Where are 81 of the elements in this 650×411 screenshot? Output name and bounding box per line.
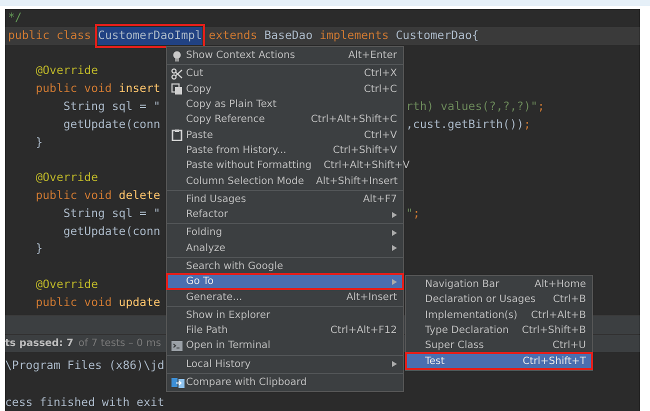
menu-item[interactable]: Folding: [167, 225, 403, 241]
shortcut-text: Alt+F7: [362, 194, 397, 205]
menu-item[interactable]: Copy Reference Ctrl+Alt+Shift+C: [167, 112, 403, 128]
shortcut-text: Ctrl+Shift+T: [522, 356, 586, 367]
selected-code-text: CustomerDaoImpl: [98, 26, 202, 45]
menu-item[interactable]: Super Class Ctrl+U: [406, 338, 592, 354]
menu-item[interactable]: Implementation(s) Ctrl+Alt+B: [406, 308, 592, 323]
tests-passed-text: ts passed: 7: [5, 338, 74, 349]
code-text: ;: [412, 204, 420, 222]
code-text: getUpdate(conn: [62, 116, 160, 133]
copy-icon: [171, 83, 183, 96]
code-text: CustomerDao{: [396, 26, 479, 44]
code-text: }: [34, 240, 43, 258]
code-text: String sql = ": [62, 204, 160, 222]
code-text: extends: [208, 26, 258, 44]
code-text: getUpdate(conn: [62, 222, 160, 240]
clipboard-icon: [171, 129, 183, 142]
code-text: public void: [34, 186, 113, 204]
code-text: @Override: [34, 62, 98, 80]
menu-item[interactable]: Column Selection Mode Alt+Shift+Insert: [167, 173, 403, 189]
shortcut-text: Ctrl+Alt+B: [531, 310, 586, 321]
menu-item[interactable]: Test Ctrl+Shift+T: [406, 353, 592, 369]
shortcut-text: Ctrl+X: [364, 68, 397, 80]
code-text: update: [118, 294, 160, 311]
shortcut-text: Alt+Enter: [348, 50, 397, 62]
menu-item[interactable]: Show Context Actions Alt+Enter: [167, 48, 403, 64]
code-text: }: [34, 134, 43, 151]
menu-item[interactable]: Paste from History... Ctrl+Shift+V: [167, 142, 403, 158]
console-line: \Program Files (x86)\jd: [5, 358, 164, 372]
menu-item[interactable]: Open in Terminal: [167, 338, 403, 354]
console-line: cess finished with exit: [5, 395, 164, 409]
menu-item[interactable]: Paste Ctrl+V: [167, 127, 403, 143]
code-text: ;: [524, 116, 531, 133]
scissors-icon: [171, 68, 183, 80]
menu-item[interactable]: Find Usages Alt+F7: [167, 192, 403, 207]
shortcut-text: Alt+Shift+Insert: [316, 176, 398, 187]
code-text: ": [406, 204, 413, 222]
shortcut-text: Ctrl+C: [364, 84, 397, 95]
menu-item[interactable]: Generate... Alt+Insert: [167, 289, 403, 305]
shortcut-text: Ctrl+Shift+V: [332, 144, 397, 156]
compare-icon: [171, 376, 185, 389]
code-text: public void: [34, 80, 113, 98]
code-text: implements: [320, 26, 390, 44]
tests-detail-text: of 7 tests – 0 ms: [78, 338, 162, 349]
code-text: rth) values(?,?,?)": [406, 98, 538, 115]
lightbulb-icon: [171, 50, 183, 62]
code-text: insert: [118, 80, 160, 98]
code-text: ;: [538, 98, 544, 115]
menu-item[interactable]: Show in Explorer: [167, 308, 403, 324]
menu-item[interactable]: Search with Google: [167, 258, 403, 274]
code-text: delete: [118, 186, 160, 204]
menu-item[interactable]: Analyze: [167, 240, 403, 256]
code-text: String sql = ": [62, 98, 160, 115]
menu-item[interactable]: Go To: [167, 274, 403, 290]
menu-item[interactable]: Compare with Clipboard: [167, 374, 403, 390]
menu-item[interactable]: Cut Ctrl+X: [167, 66, 403, 82]
shortcut-text: Ctrl+B: [552, 294, 586, 306]
shortcut-text: Ctrl+V: [364, 130, 397, 141]
code-text: @Override: [34, 169, 98, 186]
shortcut-text: Alt+Insert: [346, 292, 397, 303]
code-text: public class: [8, 26, 92, 44]
menu-item[interactable]: File Path Ctrl+Alt+F12: [167, 323, 403, 338]
code-text: ,cust.getBirth()): [406, 116, 524, 133]
shortcut-text: Ctrl+U: [552, 340, 586, 352]
shortcut-text: Alt+Home: [534, 279, 586, 290]
menu-item[interactable]: Local History: [167, 356, 403, 372]
code-text: BaseDao: [264, 26, 314, 44]
menu-item[interactable]: Navigation Bar Alt+Home: [406, 277, 592, 292]
code-text: */: [8, 9, 22, 26]
code-text: public void: [34, 294, 113, 311]
menu-item[interactable]: Copy Ctrl+C: [167, 82, 403, 97]
shortcut-text: Ctrl+Alt+Shift+C: [310, 114, 397, 126]
menu-item[interactable]: Copy as Plain Text: [167, 96, 403, 112]
menu-item[interactable]: Declaration or Usages Ctrl+B: [406, 292, 592, 308]
menu-item[interactable]: Type Declaration Ctrl+Shift+B: [406, 322, 592, 338]
shortcut-text: Ctrl+Shift+B: [522, 325, 586, 336]
code-text: @Override: [34, 276, 98, 293]
menu-item[interactable]: Refactor: [167, 206, 403, 222]
shortcut-text: Ctrl+Alt+F12: [330, 325, 397, 336]
terminal-icon: [171, 340, 183, 352]
shortcut-text: Ctrl+Alt+Shift+V: [324, 160, 410, 172]
